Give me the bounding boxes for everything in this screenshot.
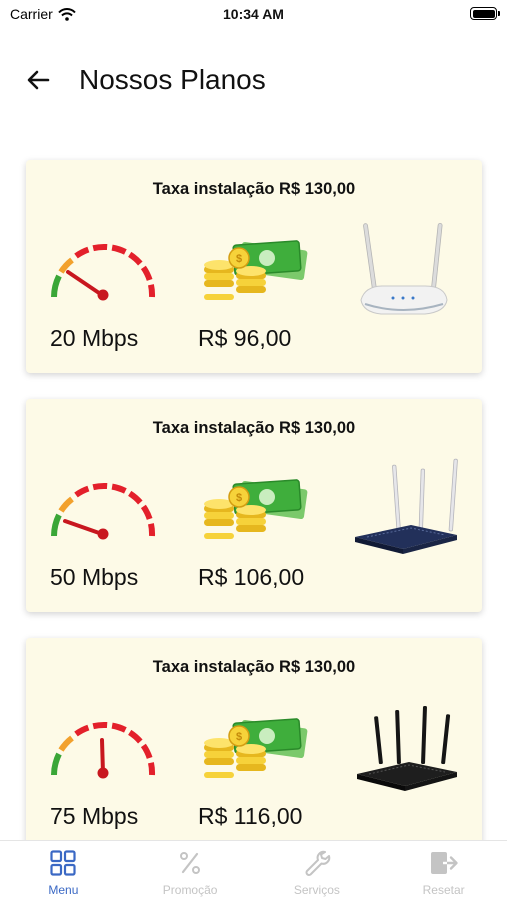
plan-price: R$ 106,00 xyxy=(198,564,305,590)
router-4-antenna-black-icon xyxy=(357,706,457,791)
tab-label: Menu xyxy=(48,883,79,897)
speedometer-icon xyxy=(51,482,156,540)
svg-text:$: $ xyxy=(236,253,242,265)
status-time: 10:34 AM xyxy=(223,6,284,22)
plan-card[interactable]: Taxa instalação R$ 130,00 $ xyxy=(26,399,482,612)
money-coins-icon: $ xyxy=(204,479,308,539)
plan-price: R$ 116,00 xyxy=(198,803,303,829)
status-bar: Carrier 10:34 AM xyxy=(0,0,507,30)
money-coins-icon: $ xyxy=(204,718,308,778)
tab-label: Serviços xyxy=(293,883,340,897)
router-3-antenna-blue-icon xyxy=(355,458,458,554)
page-title: Nossos Planos xyxy=(79,64,266,95)
tab-label: Resetar xyxy=(422,883,465,897)
plan-price: R$ 96,00 xyxy=(198,325,292,351)
battery-icon xyxy=(470,7,500,20)
svg-text:$: $ xyxy=(236,731,242,743)
plan-card[interactable]: Taxa instalação R$ 130,00 $ xyxy=(26,160,482,373)
router-2-antenna-white-icon xyxy=(360,222,448,315)
speedometer-icon xyxy=(51,243,156,301)
tab-label: Promoção xyxy=(162,883,218,897)
grid-icon xyxy=(50,850,76,876)
plan-speed: 20 Mbps xyxy=(50,325,139,351)
tab-menu[interactable]: Menu xyxy=(0,841,127,900)
nav-bar: Nossos Planos xyxy=(0,52,507,108)
plan-installation-fee: Taxa instalação R$ 130,00 xyxy=(152,419,356,437)
money-coins-icon: $ xyxy=(204,240,308,300)
tab-resetar[interactable]: Resetar xyxy=(380,841,507,900)
plan-card[interactable]: Taxa instalação R$ 130,00 $ xyxy=(26,638,482,851)
percent-icon xyxy=(180,852,201,874)
arrow-left-icon xyxy=(27,70,50,90)
tab-bar: Menu Promoção Serviços Resetar xyxy=(0,840,507,900)
tab-promocao[interactable]: Promoção xyxy=(127,841,254,900)
svg-text:$: $ xyxy=(236,492,242,504)
plan-installation-fee: Taxa instalação R$ 130,00 xyxy=(152,180,356,198)
plan-list: Taxa instalação R$ 130,00 $ 20 Mbps R$ 9… xyxy=(26,160,482,877)
back-button[interactable] xyxy=(20,64,56,96)
wrench-icon xyxy=(305,850,331,876)
speedometer-icon xyxy=(51,721,156,779)
tab-servicos[interactable]: Serviços xyxy=(254,841,381,900)
exit-icon xyxy=(430,852,458,874)
plan-speed: 75 Mbps xyxy=(50,803,139,829)
plan-installation-fee: Taxa instalação R$ 130,00 xyxy=(152,658,356,676)
plan-speed: 50 Mbps xyxy=(50,564,139,590)
